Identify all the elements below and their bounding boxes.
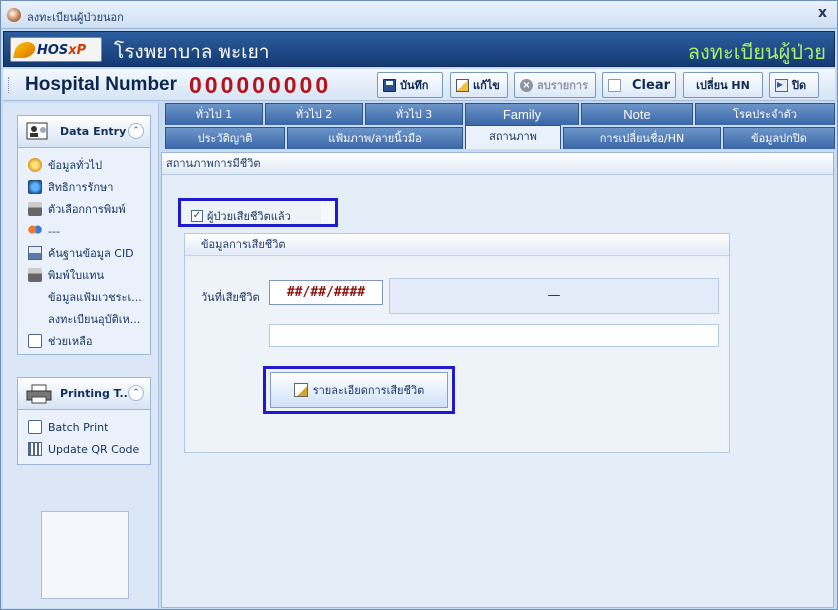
death-detail-highlight: รายละเอียดการเสียชีวิต — [263, 366, 455, 414]
sidebar-item-print-options[interactable]: ตัวเลือกการพิมพ์ — [18, 198, 150, 220]
data-entry-panel: Data Entry ⌃ ข้อมูลทั่วไป สิทธิการรักษา … — [17, 115, 151, 355]
printing-panel: Printing T... ⌃ Batch Print Update QR Co… — [17, 377, 151, 465]
hospital-name: โรงพยาบาล พะเยา — [114, 41, 270, 63]
logo-text: HOSxP — [37, 43, 87, 58]
exit-icon — [775, 77, 788, 92]
death-detail-button[interactable]: รายละเอียดการเสียชีวิต — [270, 372, 448, 408]
death-cause-display: — — [389, 278, 719, 314]
close-window-button[interactable]: x — [818, 5, 827, 21]
delete-button[interactable]: × ลบรายการ — [514, 72, 596, 98]
deceased-checkbox[interactable]: ✓ — [191, 210, 203, 222]
document-edit-icon — [293, 383, 308, 397]
sidebar-item-batch-print[interactable]: Batch Print — [18, 416, 150, 438]
clear-label: Clear — [632, 77, 670, 93]
user-card-icon — [26, 122, 48, 140]
edit-icon — [456, 78, 469, 92]
death-info-group: ข้อมูลการเสียชีวิต วันที่เสียชีวิต ##/##… — [184, 233, 730, 453]
printer-icon — [28, 268, 42, 282]
info-icon — [28, 158, 42, 172]
tab-general-2[interactable]: ทั่วไป 2 — [265, 103, 363, 125]
edit-button[interactable]: แก้ไข — [450, 72, 508, 98]
sidebar-item-update-qr[interactable]: Update QR Code — [18, 438, 150, 460]
tab-general-1[interactable]: ทั่วไป 1 — [165, 103, 263, 125]
printing-header[interactable]: Printing T... ⌃ — [18, 378, 150, 410]
toolbar-grip[interactable] — [8, 77, 11, 93]
tab-strip: ทั่วไป 1 ทั่วไป 2 ทั่วไป 3 Family Note โ… — [161, 103, 835, 153]
exit-label: ปิด — [792, 79, 807, 92]
sidebar-item-medical-record[interactable]: ข้อมูลแฟ้มเวชระเ... — [18, 286, 150, 308]
card-icon — [28, 334, 42, 348]
deceased-checkbox-row[interactable]: ✓ ผู้ป่วยเสียชีวิตแล้ว — [191, 207, 291, 225]
window-title: ลงทะเบียนผู้ป่วยนอก — [27, 11, 124, 24]
death-info-title: ข้อมูลการเสียชีวิต — [185, 234, 729, 256]
delete-icon: × — [520, 78, 533, 92]
status-tab-content: สถานภาพการมีชีวิต ✓ ผู้ป่วยเสียชีวิตแล้ว… — [161, 152, 834, 608]
scanner-icon — [28, 246, 42, 260]
clear-button[interactable]: Clear — [602, 72, 676, 98]
death-date-input[interactable]: ##/##/#### — [269, 280, 383, 305]
sidebar-item-general[interactable]: ข้อมูลทั่วไป — [18, 154, 150, 176]
tab-confidential[interactable]: ข้อมูลปกปิด — [723, 127, 835, 149]
save-button[interactable]: บันทึก — [377, 72, 443, 98]
app-icon — [7, 8, 21, 22]
sidebar-item-accident-register[interactable]: ลงทะเบียนอุบัติเห... — [18, 308, 150, 330]
sidebar-item-cid-search[interactable]: ค้นฐานข้อมูล CID — [18, 242, 150, 264]
people-icon — [28, 224, 42, 238]
logo-swoosh-icon — [12, 42, 38, 58]
photo-placeholder — [41, 511, 129, 599]
change-hn-button[interactable]: เปลี่ยน HN — [683, 72, 763, 98]
deceased-checkbox-label: ผู้ป่วยเสียชีวิตแล้ว — [207, 210, 291, 223]
globe-icon — [28, 180, 42, 194]
tab-note[interactable]: Note — [581, 103, 693, 125]
main-toolbar: Hospital Number 000000000 บันทึก แก้ไข ×… — [3, 69, 835, 101]
printer-icon — [26, 384, 52, 404]
qr-icon — [28, 442, 42, 456]
form-name: ลงทะเบียนผู้ป่วย — [687, 40, 826, 64]
save-icon — [383, 78, 396, 92]
death-date-label: วันที่เสียชีวิต — [201, 291, 260, 304]
hosxp-logo: HOSxP — [10, 37, 102, 62]
sidebar-item-help[interactable]: ช่วยเหลือ — [18, 330, 150, 352]
data-entry-header[interactable]: Data Entry ⌃ — [18, 116, 150, 148]
tab-family[interactable]: Family — [465, 103, 579, 125]
change-hn-label: เปลี่ยน HN — [696, 79, 750, 92]
card-icon — [28, 420, 42, 434]
edit-label: แก้ไข — [473, 79, 500, 92]
save-label: บันทึก — [400, 79, 429, 92]
printing-title: Printing T... — [60, 387, 133, 400]
exit-button[interactable]: ปิด — [769, 72, 819, 98]
data-entry-title: Data Entry — [60, 125, 127, 138]
header-banner: HOSxP โรงพยาบาล พะเยา ลงทะเบียนผู้ป่วย — [3, 31, 835, 67]
sidebar: Data Entry ⌃ ข้อมูลทั่วไป สิทธิการรักษา … — [3, 103, 159, 608]
delete-label: ลบรายการ — [537, 79, 588, 92]
tab-general-3[interactable]: ทั่วไป 3 — [365, 103, 463, 125]
tab-photo-fingerprint[interactable]: แฟ้มภาพ/ลายนิ้วมือ — [287, 127, 463, 149]
life-status-header: สถานภาพการมีชีวิต — [162, 153, 833, 175]
collapse-chevron-icon[interactable]: ⌃ — [128, 385, 144, 401]
app-window: ลงทะเบียนผู้ป่วยนอก x HOSxP โรงพยาบาล พะ… — [0, 0, 838, 610]
hn-label: Hospital Number — [25, 74, 178, 95]
deceased-checkbox-highlight: ✓ ผู้ป่วยเสียชีวิตแล้ว — [178, 198, 338, 227]
tab-status[interactable]: สถานภาพ — [465, 125, 561, 149]
tab-relative-history[interactable]: ประวัติญาติ — [165, 127, 285, 149]
sidebar-item-dashes[interactable]: --- — [18, 220, 150, 242]
sidebar-item-rights[interactable]: สิทธิการรักษา — [18, 176, 150, 198]
hn-value[interactable]: 000000000 — [189, 72, 331, 99]
clear-icon — [608, 78, 621, 92]
tab-chronic-disease[interactable]: โรคประจำตัว — [695, 103, 835, 125]
tab-name-hn-change[interactable]: การเปลี่ยนชื่อ/HN — [563, 127, 721, 149]
death-note-input[interactable] — [269, 324, 719, 347]
printer-icon — [28, 202, 42, 216]
sidebar-item-reprint[interactable]: พิมพ์ใบแทน — [18, 264, 150, 286]
title-bar: ลงทะเบียนผู้ป่วยนอก x — [1, 1, 837, 29]
death-detail-label: รายละเอียดการเสียชีวิต — [312, 384, 425, 397]
collapse-chevron-icon[interactable]: ⌃ — [128, 123, 144, 139]
